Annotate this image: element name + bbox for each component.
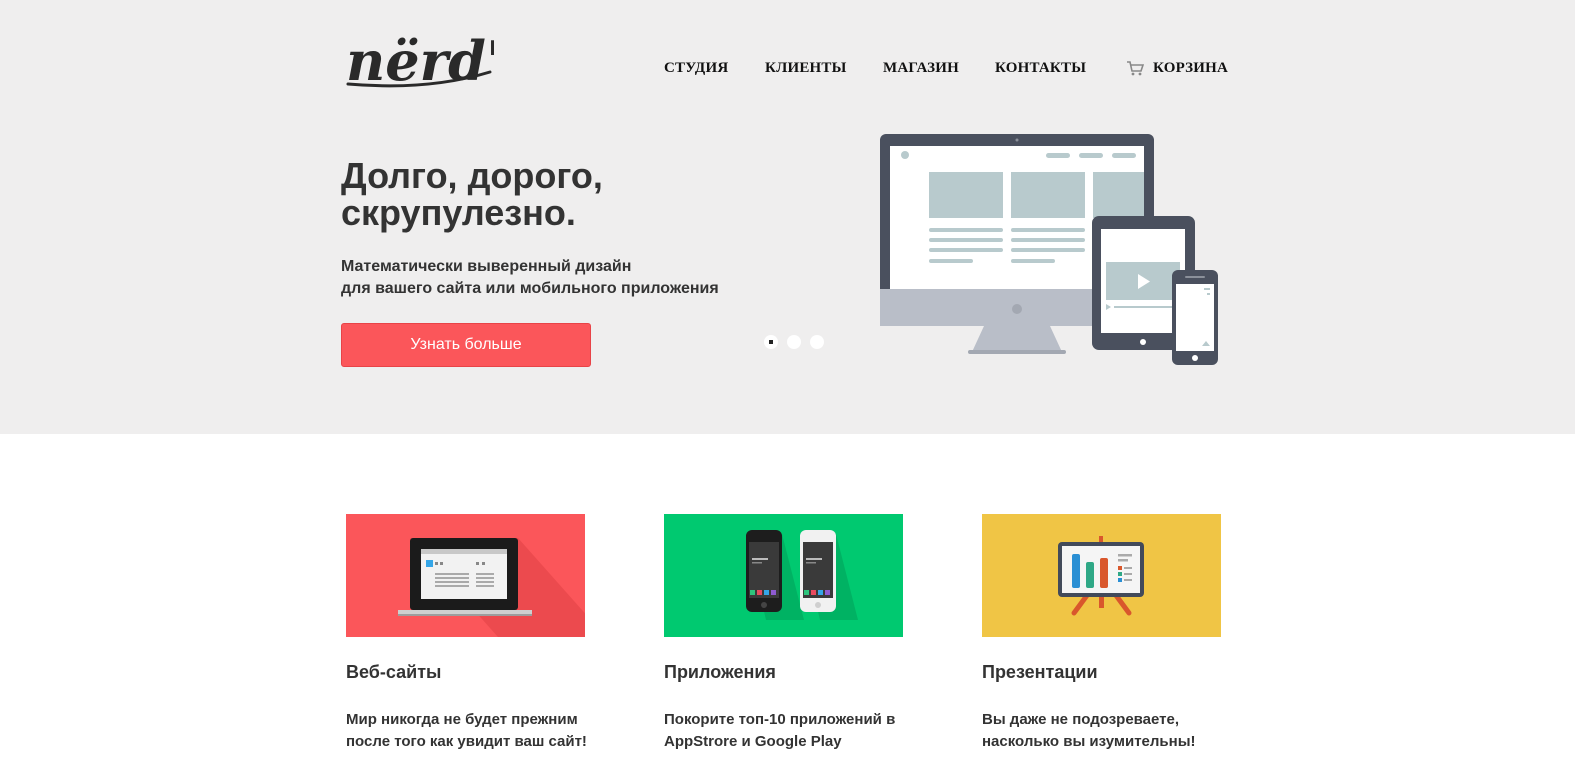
hero-subtitle-line: Математически выверенный дизайн	[341, 258, 632, 275]
slider-dot-1[interactable]	[764, 335, 778, 349]
feature-text: Вы даже не подозреваете, насколько вы из…	[982, 709, 1222, 753]
hero-headline-line: Долго, дорого,	[341, 155, 603, 196]
feature-text: Покорите топ-10 приложений в AppStrore и…	[664, 709, 904, 753]
phones-illustration	[664, 514, 903, 637]
feature-title: Веб-сайты	[346, 662, 442, 682]
hero-subtitle-line: для вашего сайта или мобильного приложен…	[341, 280, 719, 297]
cart-label: КОРЗИНА	[1153, 60, 1229, 76]
feature-text-line: после того как увидит ваш сайт!	[346, 733, 587, 750]
logo-graphic: nërd's	[346, 29, 494, 90]
logo[interactable]: nërd's	[344, 22, 494, 90]
feature-text-line: Мир никогда не будет прежним	[346, 711, 578, 728]
hero-subtitle: Математически выверенный дизайн для ваше…	[341, 256, 719, 300]
feature-card-websites[interactable]: Веб-сайты Мир никогда не будет прежним п…	[346, 514, 587, 753]
feature-text: Мир никогда не будет прежним после того …	[346, 709, 587, 753]
slider-dots	[764, 335, 824, 349]
nav-item-cart[interactable]: КОРЗИНА	[1127, 60, 1228, 77]
feature-text-line: насколько вы изумительны!	[982, 733, 1196, 750]
laptop-illustration	[346, 514, 585, 637]
nav-item-clients[interactable]: КЛИЕНТЫ	[765, 60, 847, 77]
learn-more-button[interactable]: Узнать больше	[341, 323, 591, 367]
presentation-board-illustration	[982, 514, 1221, 637]
slider-dot-2[interactable]	[787, 335, 801, 349]
hero-headline: Долго, дорого, скрупулезно.	[341, 157, 603, 231]
slider-dot-3[interactable]	[810, 335, 824, 349]
nav-item-studio[interactable]: СТУДИЯ	[664, 60, 728, 77]
feature-title: Приложения	[664, 662, 776, 682]
feature-title: Презентации	[982, 662, 1098, 682]
logo-text: nërd's	[346, 29, 494, 90]
devices-illustration	[880, 133, 1225, 368]
feature-text-line: Покорите топ-10 приложений в	[664, 711, 896, 728]
feature-text-line: AppStrore и Google Play	[664, 733, 842, 750]
feature-text-line: Вы даже не подозреваете,	[982, 711, 1180, 728]
feature-card-presentations[interactable]: Презентации Вы даже не подозреваете, нас…	[982, 514, 1222, 753]
nav-item-shop[interactable]: МАГАЗИН	[883, 60, 959, 77]
cart-icon	[1127, 61, 1144, 76]
hero-headline-line: скрупулезно.	[341, 192, 576, 233]
feature-card-apps[interactable]: Приложения Покорите топ-10 приложений в …	[664, 514, 904, 753]
nav-item-contacts[interactable]: КОНТАКТЫ	[995, 60, 1086, 77]
